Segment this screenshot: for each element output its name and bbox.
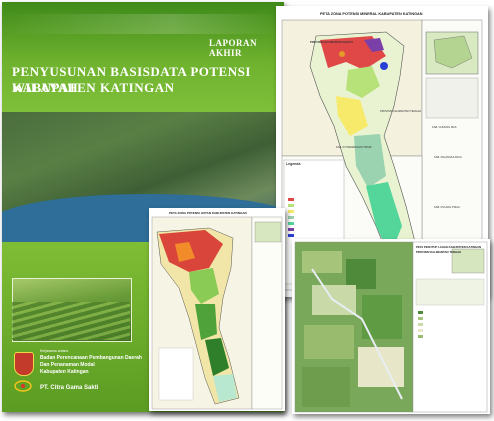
province-central-label: PROVINSI KALIMANTAN TENGAH	[380, 110, 421, 113]
palangka-raya-label: KAB. PALANGKA RAYA	[434, 156, 462, 159]
gunung-mas-label: KAB. GUNUNG MAS	[432, 126, 457, 129]
land-cover-map: PETA PENUTUP LAHAN KABUPATEN KATINGAN PR…	[292, 239, 490, 414]
report-type-label: LAPORAN AKHIR	[209, 38, 257, 58]
rice-terrace-texture	[12, 302, 130, 340]
landcover-title-line1: PETA PENUTUP LAHAN KABUPATEN KATINGAN	[416, 245, 482, 249]
landcover-title-line2: PROVINSI KALIMANTAN TENGAH	[416, 250, 462, 254]
pulang-pisau-label: KAB. PULANG PISAU	[434, 206, 460, 209]
regency-emblem-icon	[14, 352, 34, 376]
cooperation-label: Kerjasama antara:	[40, 349, 69, 353]
province-label: PROVINSI KALIMANTAN BARAT	[310, 40, 353, 44]
agency-name-line3: Kabupaten Katingan	[40, 369, 89, 375]
cover-light-stripe	[2, 14, 284, 34]
agency-name-line2: Dan Penanaman Modal	[40, 362, 95, 368]
company-logo-icon	[14, 380, 32, 392]
legend-title: Legenda	[286, 162, 301, 166]
forest-map-graphic	[151, 216, 283, 410]
agency-name-line1: Badan Perencanaan Pembangunan Daerah	[40, 355, 142, 361]
report-title-line2: KABUPATEN KATINGAN	[12, 80, 175, 95]
forest-potential-map: PETA ZONA POTENSI HUTAN KABUPATEN KATING…	[149, 208, 285, 411]
land-cover-graphic	[294, 241, 488, 413]
company-name: PT. Citra Gama Sakti	[40, 385, 99, 391]
kotawaringin-label: KAB. KOTAWARINGIN TIMUR	[336, 146, 372, 149]
